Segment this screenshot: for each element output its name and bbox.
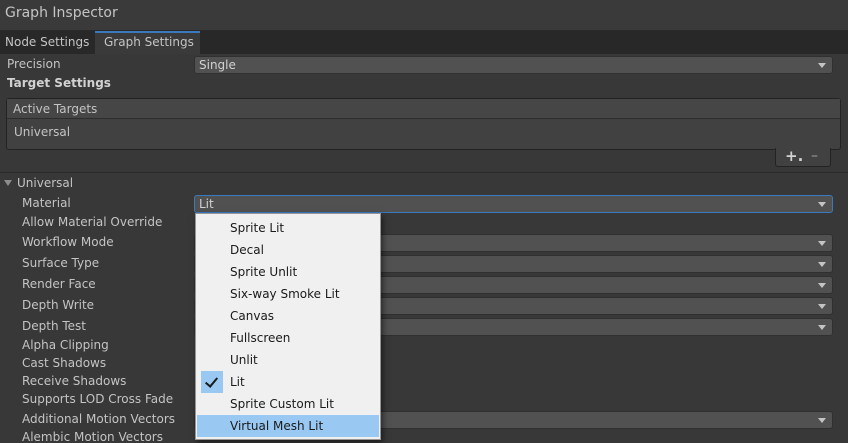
tab-node-settings[interactable]: Node Settings	[0, 31, 95, 54]
render-face-label: Render Face	[22, 277, 96, 291]
active-targets-list: Active Targets Universal	[6, 98, 841, 150]
add-target-button[interactable]: +.	[785, 147, 803, 165]
supports-lod-cross-fade-label: Supports LOD Cross Fade	[22, 392, 174, 406]
chevron-down-icon	[818, 63, 826, 68]
window-title: Graph Inspector	[5, 5, 118, 21]
active-targets-header: Active Targets	[7, 99, 840, 119]
remove-target-button[interactable]: –	[811, 148, 818, 164]
menu-item-canvas[interactable]: Canvas	[197, 305, 379, 327]
target-add-remove-bar: +. –	[775, 147, 831, 167]
surface-type-label: Surface Type	[22, 256, 100, 270]
depth-write-label: Depth Write	[22, 298, 95, 312]
precision-value: Single	[199, 58, 236, 72]
menu-item-six-way-smoke-lit[interactable]: Six-way Smoke Lit	[197, 283, 379, 305]
menu-item-lit[interactable]: Lit	[197, 371, 379, 393]
material-value: Lit	[199, 197, 214, 211]
section-divider	[0, 172, 848, 173]
menu-item-label: Decal	[230, 243, 264, 257]
menu-item-label: Canvas	[230, 309, 275, 323]
menu-item-label: Virtual Mesh Lit	[230, 419, 324, 433]
receive-shadows-label: Receive Shadows	[22, 374, 127, 388]
menu-item-sprite-unlit[interactable]: Sprite Unlit	[197, 261, 379, 283]
material-label: Material	[22, 196, 71, 210]
precision-dropdown[interactable]: Single	[194, 56, 833, 74]
chevron-down-icon	[818, 418, 826, 423]
alembic-motion-vectors-label: Alembic Motion Vectors	[22, 430, 163, 443]
foldout-arrow-icon[interactable]	[4, 180, 12, 186]
workflow-mode-label: Workflow Mode	[22, 235, 114, 249]
menu-item-label: Lit	[230, 375, 245, 389]
menu-item-label: Sprite Unlit	[230, 265, 298, 279]
allow-material-override-label: Allow Material Override	[22, 215, 163, 229]
menu-item-label: Fullscreen	[230, 331, 291, 345]
additional-motion-vectors-label: Additional Motion Vectors	[22, 412, 176, 426]
target-settings-heading: Target Settings	[7, 76, 111, 90]
menu-item-label: Sprite Custom Lit	[230, 397, 334, 411]
menu-item-label: Sprite Lit	[230, 221, 285, 235]
chevron-down-icon	[818, 283, 826, 288]
menu-item-virtual-mesh-lit[interactable]: Virtual Mesh Lit	[197, 415, 379, 437]
universal-foldout-heading[interactable]: Universal	[17, 176, 73, 190]
inspector-titlebar: Graph Inspector	[0, 0, 848, 31]
material-popup-menu: Sprite Lit Decal Sprite Unlit Six-way Sm…	[195, 213, 381, 440]
alpha-clipping-label: Alpha Clipping	[22, 338, 109, 352]
precision-label: Precision	[7, 57, 61, 71]
menu-item-decal[interactable]: Decal	[197, 239, 379, 261]
menu-item-unlit[interactable]: Unlit	[197, 349, 379, 371]
menu-item-sprite-lit[interactable]: Sprite Lit	[197, 217, 379, 239]
chevron-down-icon	[818, 325, 826, 330]
menu-item-label: Six-way Smoke Lit	[230, 287, 340, 301]
chevron-down-icon	[818, 241, 826, 246]
depth-test-label: Depth Test	[22, 319, 86, 333]
target-item-universal[interactable]: Universal	[14, 125, 70, 139]
chevron-down-icon	[818, 262, 826, 267]
inspector-tabs: Node Settings Graph Settings	[0, 31, 848, 54]
material-dropdown[interactable]: Lit	[194, 195, 833, 213]
menu-item-sprite-custom-lit[interactable]: Sprite Custom Lit	[197, 393, 379, 415]
cast-shadows-label: Cast Shadows	[22, 356, 107, 370]
menu-item-label: Unlit	[230, 353, 258, 367]
chevron-down-icon	[818, 202, 826, 207]
chevron-down-icon	[818, 304, 826, 309]
tab-graph-settings[interactable]: Graph Settings	[95, 31, 200, 54]
checkmark-icon	[201, 371, 223, 393]
active-targets-header-label: Active Targets	[13, 102, 98, 116]
menu-item-fullscreen[interactable]: Fullscreen	[197, 327, 379, 349]
